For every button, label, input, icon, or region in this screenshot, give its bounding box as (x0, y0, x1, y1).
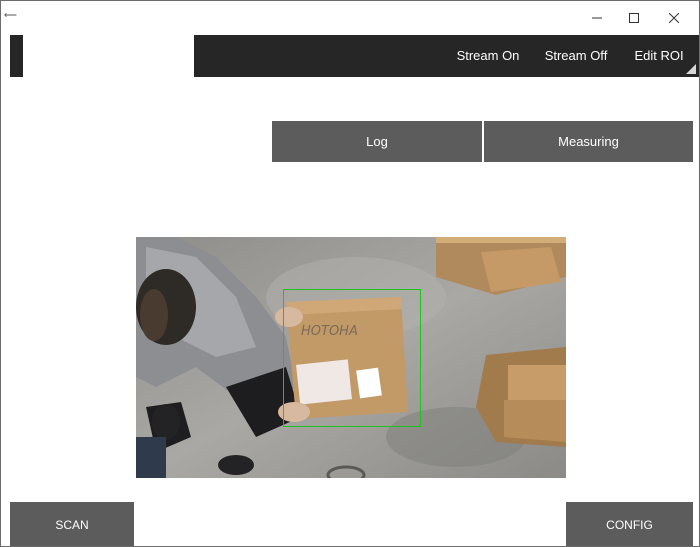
close-icon (669, 13, 679, 23)
toolbar-logo-area (23, 35, 194, 77)
close-button[interactable] (659, 5, 689, 31)
minimize-button[interactable] (582, 5, 612, 31)
log-button[interactable]: Log (272, 121, 482, 162)
stream-on-button[interactable]: Stream On (447, 35, 529, 77)
camera-feed[interactable]: НОТОНА (136, 237, 566, 478)
maximize-icon (629, 13, 639, 23)
title-bar: ⟵ (1, 1, 699, 35)
scan-button[interactable]: SCAN (10, 502, 134, 546)
edit-roi-button[interactable]: Edit ROI (624, 35, 694, 77)
roi-rectangle[interactable] (283, 289, 421, 427)
menu-corner-indicator (686, 64, 696, 74)
app-window: ⟵ Stream On Stream Off Edit ROI Log Meas… (0, 0, 700, 547)
config-button[interactable]: CONFIG (566, 502, 693, 546)
maximize-button[interactable] (619, 5, 649, 31)
minimize-icon (592, 17, 602, 19)
top-toolbar: Stream On Stream Off Edit ROI (10, 35, 699, 77)
measuring-button[interactable]: Measuring (484, 121, 693, 162)
stream-off-button[interactable]: Stream Off (535, 35, 617, 77)
back-arrow-icon[interactable]: ⟵ (4, 10, 17, 20)
